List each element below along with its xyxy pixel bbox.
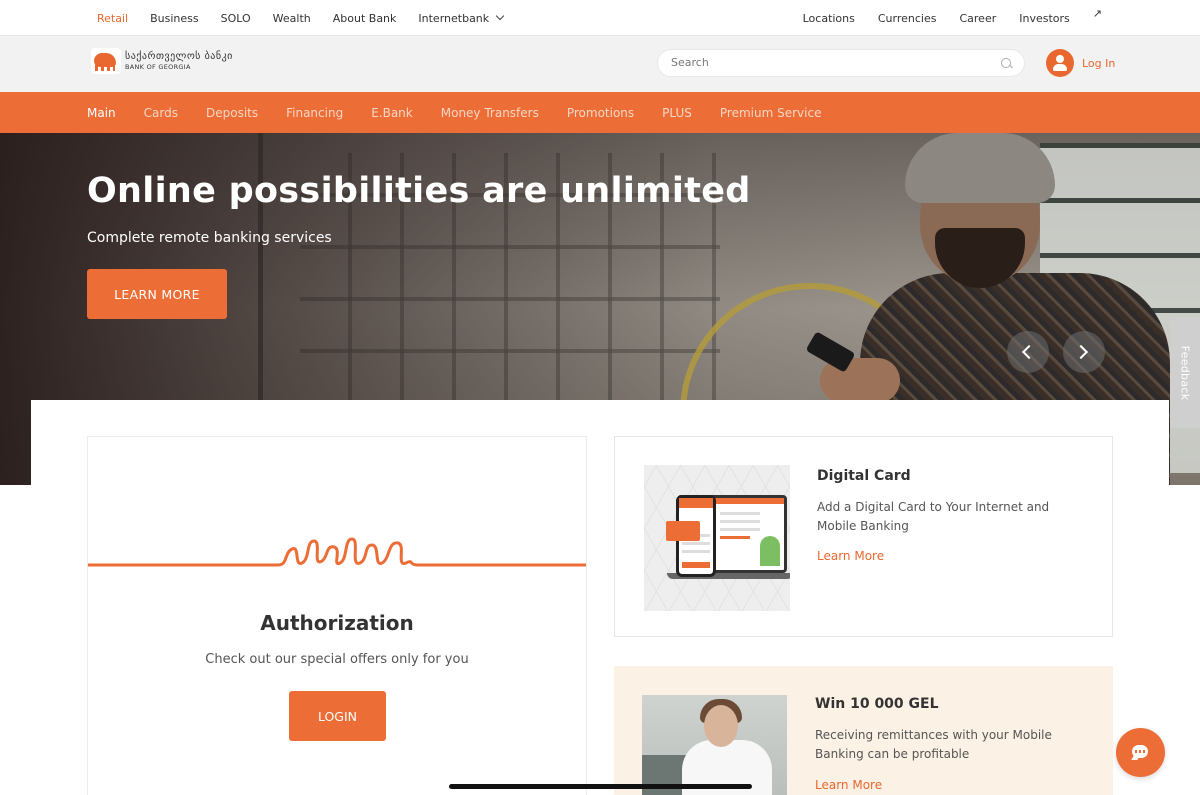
login-link[interactable]: Log In xyxy=(1046,49,1115,77)
hero-person-beanie xyxy=(905,133,1055,203)
signature-line-graphic xyxy=(88,537,586,567)
authorization-title: Authorization xyxy=(260,611,414,635)
nav-item-premium-service[interactable]: Premium Service xyxy=(720,106,822,120)
promo-card-win-gel[interactable]: Win 10 000 GEL Receiving remittances wit… xyxy=(614,666,1113,795)
logo-georgian-text: საქართველოს ბანკი xyxy=(125,50,233,62)
internetbank-label: Internetbank xyxy=(418,11,490,25)
promo-description: Receiving remittances with your Mobile B… xyxy=(815,728,1052,761)
search-icon[interactable] xyxy=(1001,58,1011,68)
link-career[interactable]: Career xyxy=(959,12,996,25)
authorization-description: Check out our special offers only for yo… xyxy=(205,652,469,667)
main-header: საქართველოს ბანკი BANK OF GEORGIA Log In xyxy=(0,36,1200,92)
learn-more-button[interactable]: LEARN MORE xyxy=(87,269,227,319)
learn-more-link[interactable]: Learn More xyxy=(815,778,882,792)
login-label[interactable]: Log In xyxy=(1082,57,1115,70)
learn-more-link[interactable]: Learn More xyxy=(817,549,884,563)
login-button[interactable]: LOGIN xyxy=(289,691,386,741)
carousel-next-button[interactable] xyxy=(1063,331,1105,373)
nav-item-promotions[interactable]: Promotions xyxy=(567,106,634,120)
external-link-icon: ↗ xyxy=(1092,6,1102,20)
link-investors-label: Investors xyxy=(1019,11,1070,25)
hero-title: Online possibilities are unlimited xyxy=(87,171,751,211)
user-icon[interactable] xyxy=(1046,49,1074,77)
link-locations[interactable]: Locations xyxy=(803,12,855,25)
chevron-down-icon xyxy=(495,11,505,20)
logo-wordmark: საქართველოს ბანკი BANK OF GEORGIA xyxy=(125,50,233,71)
segment-switcher: Retail Business SOLO Wealth About Bank I… xyxy=(97,0,525,36)
nav-item-main[interactable]: Main xyxy=(87,106,116,120)
segment-solo[interactable]: SOLO xyxy=(221,12,251,25)
home-indicator xyxy=(449,784,752,789)
feedback-tab[interactable]: Feedback xyxy=(1170,318,1200,428)
card-illustration xyxy=(666,521,700,541)
lion-logo-icon xyxy=(91,48,121,74)
bank-logo[interactable]: საქართველოს ბანკი BANK OF GEORGIA xyxy=(91,48,233,74)
segment-business[interactable]: Business xyxy=(150,12,199,25)
utility-links: Locations Currencies Career Investors ↗ xyxy=(780,0,1102,36)
logo-english-text: BANK OF GEORGIA xyxy=(125,62,191,71)
internetbank-dropdown[interactable]: Internetbank xyxy=(418,11,525,25)
nav-item-deposits[interactable]: Deposits xyxy=(206,106,258,120)
search-box[interactable] xyxy=(657,49,1025,77)
hero-subtitle: Complete remote banking services xyxy=(87,230,332,246)
link-investors[interactable]: Investors ↗ xyxy=(1019,7,1102,25)
feedback-label: Feedback xyxy=(1178,345,1192,401)
woman-with-phone-image xyxy=(642,695,787,795)
nav-item-cards[interactable]: Cards xyxy=(144,106,178,120)
nav-item-plus[interactable]: PLUS xyxy=(662,106,692,120)
promo-description: Add a Digital Card to Your Internet and … xyxy=(817,500,1050,533)
nav-item-ebank[interactable]: E.Bank xyxy=(371,106,413,120)
nav-item-financing[interactable]: Financing xyxy=(286,106,343,120)
carousel-prev-button[interactable] xyxy=(1007,331,1049,373)
main-nav: Main Cards Deposits Financing E.Bank Mon… xyxy=(0,92,1200,133)
segment-about-bank[interactable]: About Bank xyxy=(333,12,397,25)
promo-title: Digital Card xyxy=(817,468,911,484)
segment-retail[interactable]: Retail xyxy=(97,12,128,25)
search-input[interactable] xyxy=(671,56,991,69)
nav-item-money-transfers[interactable]: Money Transfers xyxy=(441,106,539,120)
top-utility-bar: Retail Business SOLO Wealth About Bank I… xyxy=(0,0,1200,36)
promo-title: Win 10 000 GEL xyxy=(815,696,939,712)
authorization-card: Authorization Check out our special offe… xyxy=(87,436,587,795)
digital-card-image xyxy=(644,465,790,611)
segment-wealth[interactable]: Wealth xyxy=(273,12,311,25)
link-currencies[interactable]: Currencies xyxy=(878,12,937,25)
promo-card-digital-card[interactable]: Digital Card Add a Digital Card to Your … xyxy=(614,436,1113,637)
chat-button[interactable] xyxy=(1116,728,1165,777)
